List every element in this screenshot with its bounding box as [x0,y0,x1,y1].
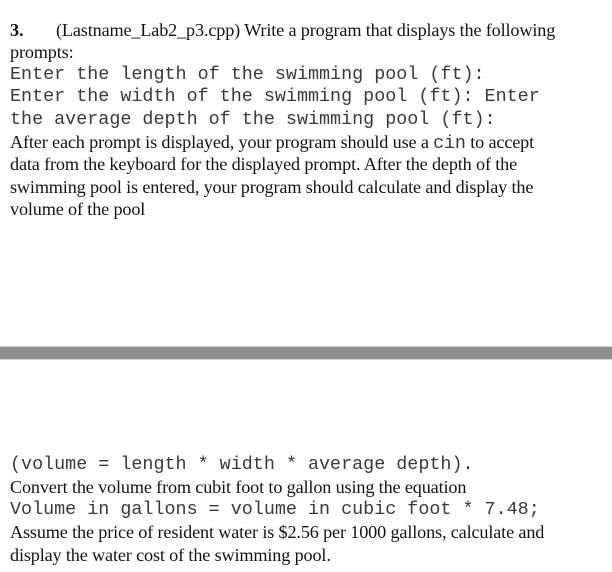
question-number: 3. [10,20,24,40]
price-line-1: Assume the price of resident water is $2… [10,522,545,543]
question-heading: 3. (Lastname_Lab2_p3.cpp) Write a program… [10,19,612,41]
convert-instruction: Convert the volume from cubit foot to ga… [10,477,467,498]
question-text-bottom: (volume = length * width * average depth… [10,454,612,566]
code-cin: cin [433,132,466,154]
paragraph-line-1: After each prompt is displayed, your pro… [10,131,612,154]
paragraph-line-2: data from the keyboard for the displayed… [10,154,518,175]
paragraph-text: to accept [465,131,535,152]
prompt-length: Enter the length of the swimming pool (f… [10,63,485,85]
page-divider [0,346,612,360]
paragraph-text: After each prompt is displayed, your pro… [10,131,434,152]
price-line-2: display the water cost of the swimming p… [10,544,331,565]
question-title: (Lastname_Lab2_p3.cpp) Write a program t… [56,20,556,40]
paragraph-line-4: volume of the pool [10,199,146,220]
prompt-depth: the average depth of the swimming pool (… [10,108,496,130]
volume-formula: (volume = length * width * average depth… [10,454,474,475]
question-text-top: 3. (Lastname_Lab2_p3.cpp) Write a program… [10,19,612,221]
paragraph-line-3: swimming pool is entered, your program s… [10,176,534,197]
gallon-formula: Volume in gallons = volume in cubic foot… [10,498,540,520]
prompt-width: Enter the width of the swimming pool (ft… [10,86,540,108]
question-title-continued: prompts: [10,42,74,63]
